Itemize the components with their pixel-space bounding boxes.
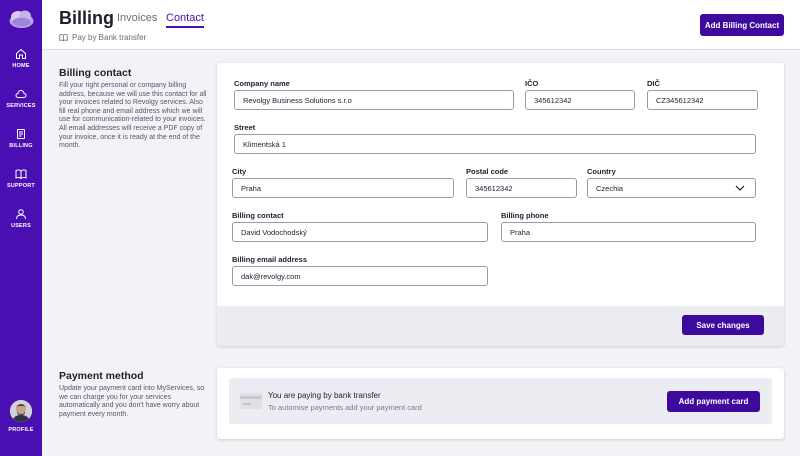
sidebar-item-services[interactable]: SERVICES: [0, 88, 42, 109]
country-value: Czechia: [596, 183, 624, 193]
country-label: Country: [587, 167, 616, 176]
billing-contact-title: Billing contact: [59, 67, 132, 79]
subtitle-text: Pay by Bank transfer: [72, 33, 147, 42]
book-icon: [15, 169, 27, 180]
billing-contact-card: Company name Revolgy Business Solutions …: [217, 63, 784, 346]
sidebar-item-label: SERVICES: [6, 103, 36, 109]
document-icon: [17, 129, 25, 139]
credit-card-icon: [240, 393, 262, 409]
dic-label: DIČ: [647, 79, 660, 88]
billing-phone-label: Billing phone: [501, 211, 549, 220]
billing-contact-description: Fill your right personal or company bill…: [59, 82, 207, 150]
profile-button[interactable]: PROFILE: [0, 400, 42, 433]
add-billing-contact-button[interactable]: Add Billing Contact: [700, 14, 784, 36]
logo-icon: [9, 10, 34, 28]
payment-method-description: Update your payment card into MyServices…: [59, 385, 205, 418]
sidebar-item-label: BILLING: [9, 143, 33, 149]
ico-label: IČO: [525, 79, 539, 88]
add-payment-card-button[interactable]: Add payment card: [667, 391, 760, 412]
tab-contact[interactable]: Contact: [166, 12, 204, 28]
user-icon: [16, 209, 26, 220]
city-label: City: [232, 167, 247, 176]
home-icon: [16, 48, 26, 59]
billing-contact-label: Billing contact: [232, 211, 284, 220]
avatar: [10, 400, 32, 422]
ico-field[interactable]: 345612342: [525, 90, 635, 110]
street-field[interactable]: Klimentská 1: [234, 134, 756, 154]
sidebar-item-home[interactable]: HOME: [0, 48, 42, 69]
postal-code-field[interactable]: 345612342: [466, 178, 577, 198]
billing-contact-field[interactable]: David Vodochodský: [232, 222, 488, 242]
sidebar-item-support[interactable]: SUPPORT: [0, 168, 42, 189]
billing-email-field[interactable]: dak@revolgy.com: [232, 266, 488, 286]
payment-status-title: You are paying by bank transfer: [268, 391, 381, 400]
save-changes-button[interactable]: Save changes: [682, 315, 764, 335]
page-title: Billing: [59, 8, 114, 28]
sidebar-item-label: HOME: [12, 63, 30, 69]
profile-label: PROFILE: [8, 427, 34, 433]
book-icon: [59, 34, 68, 42]
tab-invoices[interactable]: Invoices: [117, 12, 157, 24]
chevron-down-icon: [735, 185, 745, 191]
postal-code-label: Postal code: [466, 167, 509, 176]
card-footer: Save changes: [217, 306, 784, 346]
payment-status-box: You are paying by bank transfer To autom…: [229, 378, 772, 424]
payment-status-subtitle: To automise payments add your payment ca…: [268, 403, 422, 412]
payment-type-subtitle: Pay by Bank transfer: [59, 33, 146, 42]
payment-method-title: Payment method: [59, 370, 144, 382]
sidebar-item-users[interactable]: USERS: [0, 208, 42, 229]
sidebar-item-label: SUPPORT: [7, 183, 35, 189]
payment-method-card: You are paying by bank transfer To autom…: [217, 368, 784, 439]
billing-email-label: Billing email address: [232, 255, 308, 264]
page-header: Billing Invoices Contact Pay by Bank tra…: [42, 0, 800, 50]
sidebar-item-label: USERS: [11, 223, 31, 229]
billing-phone-field[interactable]: Praha: [501, 222, 756, 242]
dic-field[interactable]: CZ345612342: [647, 90, 758, 110]
sidebar: HOME SERVICES BILLING SUPPORT USERS PROF…: [0, 0, 42, 456]
company-name-field[interactable]: Revolgy Business Solutions s.r.o: [234, 90, 514, 110]
cloud-icon: [15, 90, 27, 98]
company-name-label: Company name: [234, 79, 290, 88]
city-field[interactable]: Praha: [232, 178, 454, 198]
street-label: Street: [234, 123, 256, 132]
sidebar-item-billing[interactable]: BILLING: [0, 128, 42, 149]
country-select[interactable]: Czechia: [587, 178, 756, 198]
